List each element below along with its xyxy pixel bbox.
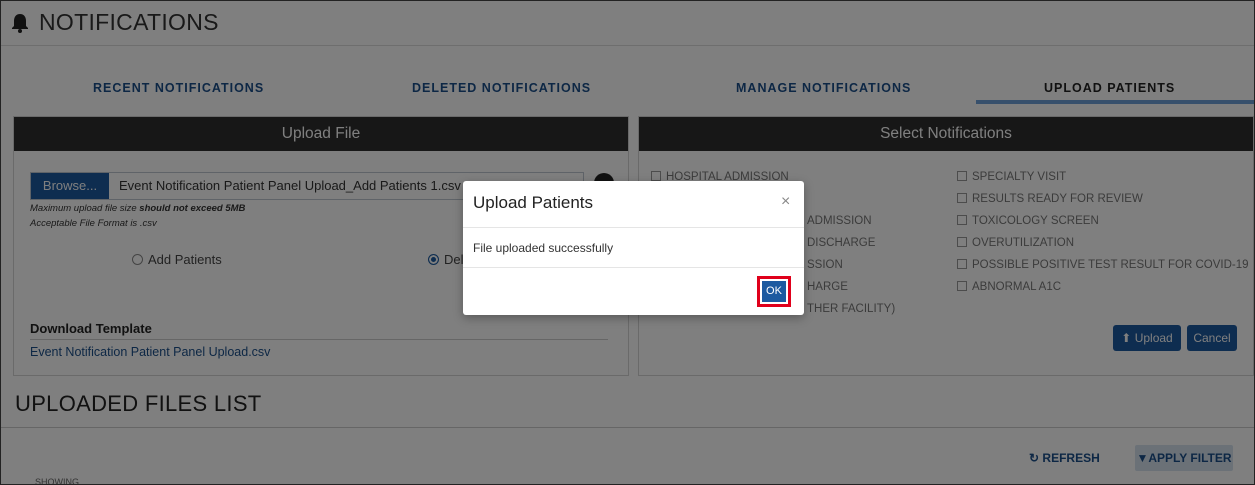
ok-button[interactable]: OK — [762, 281, 786, 302]
close-icon[interactable]: × — [781, 193, 790, 211]
upload-patients-dialog: Upload Patients × File uploaded successf… — [463, 181, 804, 315]
dialog-title: Upload Patients — [473, 193, 594, 212]
divider — [463, 227, 804, 228]
divider — [463, 267, 804, 268]
app-window: NOTIFICATIONS RECENT NOTIFICATIONS DELET… — [0, 0, 1255, 485]
dialog-message: File uploaded successfully — [473, 241, 614, 255]
